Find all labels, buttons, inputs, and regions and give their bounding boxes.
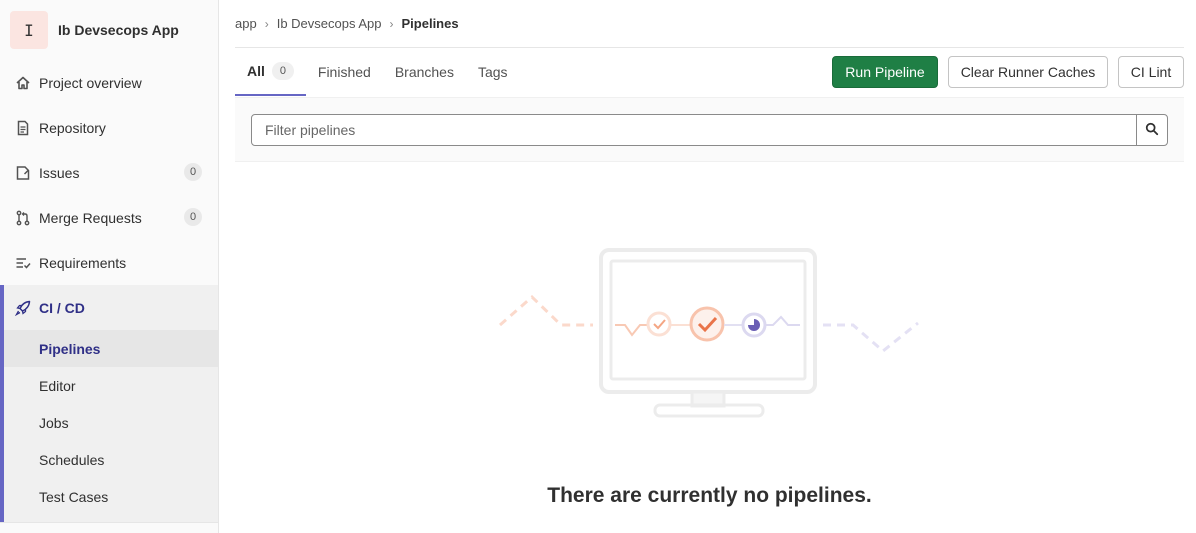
tab-label: Tags <box>477 64 508 80</box>
breadcrumb-item-group[interactable]: app <box>235 16 257 31</box>
tab-tags[interactable]: Tags <box>466 48 520 96</box>
sidebar-item-label: Requirements <box>39 254 127 271</box>
tab-finished[interactable]: Finished <box>306 48 383 96</box>
breadcrumb-item-project[interactable]: Ib Devsecops App <box>277 16 382 31</box>
sidebar-subitem-pipelines[interactable]: Pipelines <box>4 330 218 367</box>
sidebar-subitem-label: Test Cases <box>39 488 109 505</box>
sidebar-footer <box>0 522 218 533</box>
sidebar-item-issues[interactable]: Issues 0 <box>0 150 218 195</box>
sidebar: I Ib Devsecops App Project overview Repo… <box>0 0 219 533</box>
sidebar-subitem-label: Schedules <box>39 451 105 468</box>
sidebar-subitem-label: Jobs <box>39 414 69 431</box>
sidebar-item-label: Issues <box>39 164 80 181</box>
search-button[interactable] <box>1136 114 1168 146</box>
sidebar-item-requirements[interactable]: Requirements <box>0 240 218 285</box>
sidebar-item-project-overview[interactable]: Project overview <box>0 60 218 105</box>
ci-lint-button[interactable]: CI Lint <box>1118 56 1184 88</box>
run-pipeline-button[interactable]: Run Pipeline <box>832 56 938 88</box>
sidebar-item-merge-requests[interactable]: Merge Requests 0 <box>0 195 218 240</box>
tab-label: Finished <box>317 64 371 80</box>
sidebar-item-label: Repository <box>39 119 106 136</box>
project-avatar: I <box>10 11 48 49</box>
sidebar-item-label: Merge Requests <box>39 209 142 226</box>
tab-all[interactable]: All 0 <box>235 48 306 96</box>
sidebar-subitem-editor[interactable]: Editor <box>4 367 218 404</box>
project-name[interactable]: Ib Devsecops App <box>58 22 179 38</box>
tab-branches[interactable]: Branches <box>383 48 466 96</box>
sidebar-item-label: Project overview <box>39 74 142 91</box>
merge-requests-count-badge: 0 <box>184 208 202 226</box>
rocket-icon <box>15 300 31 316</box>
filter-pipelines-input[interactable] <box>251 114 1137 146</box>
tab-label: All <box>247 63 265 79</box>
chevron-right-icon: › <box>389 16 394 31</box>
breadcrumb: app › Ib Devsecops App › Pipelines <box>235 16 459 31</box>
sidebar-subitem-label: Pipelines <box>39 340 101 357</box>
tab-count-badge: 0 <box>271 62 294 80</box>
issues-icon <box>15 165 31 181</box>
sidebar-subitem-jobs[interactable]: Jobs <box>4 404 218 441</box>
pipeline-tabs: All 0 Finished Branches Tags <box>235 48 520 96</box>
tab-label: Branches <box>394 64 454 80</box>
sidebar-subitem-schedules[interactable]: Schedules <box>4 441 218 478</box>
issues-count-badge: 0 <box>184 163 202 181</box>
empty-pipelines-illustration <box>499 248 919 418</box>
clear-runner-caches-button[interactable]: Clear Runner Caches <box>948 56 1108 88</box>
empty-state-title: There are currently no pipelines. <box>547 484 872 507</box>
requirements-icon <box>15 255 31 271</box>
sidebar-item-label: CI / CD <box>39 299 85 316</box>
document-icon <box>15 120 31 136</box>
sidebar-subitem-test-cases[interactable]: Test Cases <box>4 478 218 515</box>
project-header[interactable]: I Ib Devsecops App <box>0 0 218 60</box>
search-icon <box>1145 122 1159 139</box>
sidebar-item-repository[interactable]: Repository <box>0 105 218 150</box>
sidebar-item-cicd[interactable]: CI / CD <box>0 285 218 330</box>
merge-request-icon <box>15 210 31 226</box>
filter-bar <box>235 97 1184 162</box>
breadcrumb-item-current[interactable]: Pipelines <box>402 16 459 31</box>
home-icon <box>15 75 31 91</box>
sidebar-subitem-label: Editor <box>39 377 76 394</box>
chevron-right-icon: › <box>264 16 269 31</box>
